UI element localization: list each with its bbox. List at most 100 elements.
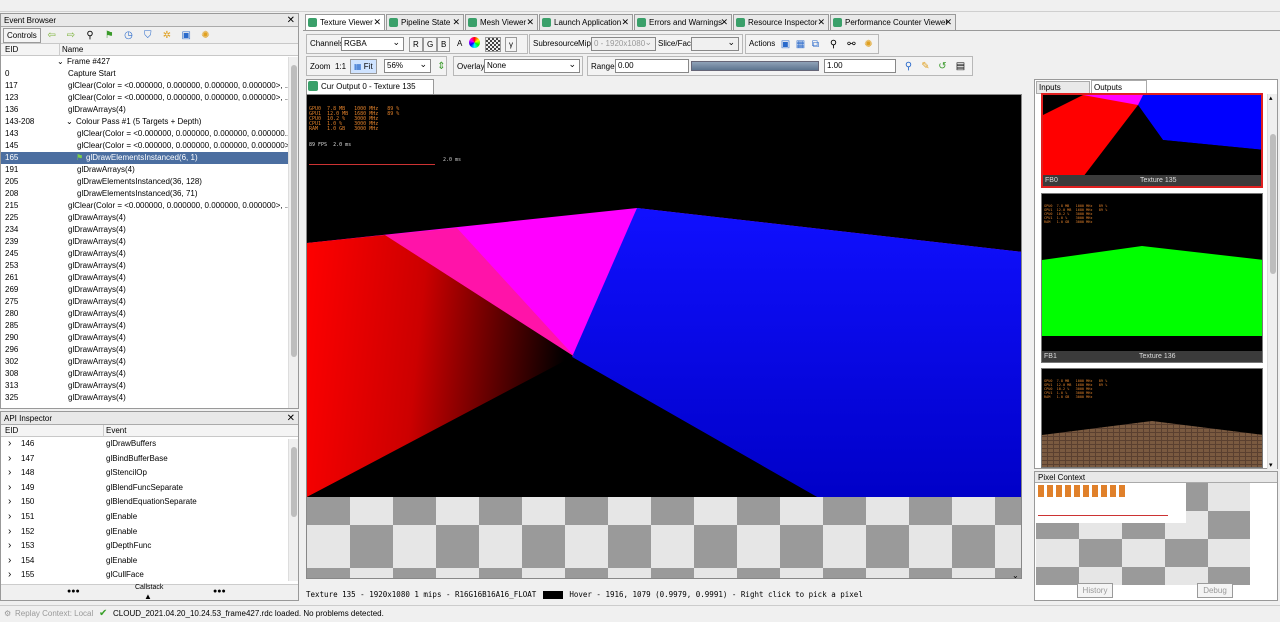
link-icon[interactable]: ⚯: [845, 38, 858, 51]
chevron-right-icon[interactable]: ›: [8, 525, 11, 540]
channel-b-toggle[interactable]: B: [437, 37, 451, 52]
event-row[interactable]: 280 glDrawArrays(4): [1, 308, 288, 320]
grid-icon[interactable]: ▦: [794, 38, 807, 51]
close-icon[interactable]: ✕: [817, 15, 825, 30]
event-row[interactable]: 290 glDrawArrays(4): [1, 332, 288, 344]
color-wheel-icon[interactable]: [469, 37, 480, 48]
chevron-down-icon[interactable]: ⌄: [1012, 571, 1019, 578]
channel-r-toggle[interactable]: R: [409, 37, 423, 52]
scrollbar-thumb[interactable]: [291, 447, 297, 517]
scrollbar-thumb[interactable]: [291, 65, 297, 357]
chevron-right-icon[interactable]: ›: [8, 481, 11, 496]
close-icon[interactable]: ✕: [944, 15, 952, 30]
zoom-select[interactable]: 56%: [384, 58, 431, 73]
col-eid-header[interactable]: EID: [5, 425, 18, 437]
event-row[interactable]: 143-208 ⌄ Colour Pass #1 (5 Targets + Dept…: [1, 116, 288, 128]
checkerboard-toggle[interactable]: [485, 37, 501, 52]
flip-icon[interactable]: ⇕: [435, 60, 448, 73]
event-row[interactable]: 245 glDrawArrays(4): [1, 248, 288, 260]
chevron-down-icon[interactable]: ⌄: [66, 116, 73, 128]
api-row[interactable]: › 155 glCullFace: [1, 568, 288, 583]
gear-icon[interactable]: ✲: [160, 29, 173, 42]
tab[interactable]: Mesh Viewer ✕: [465, 14, 538, 30]
close-icon[interactable]: ✕: [287, 412, 295, 425]
reset-icon[interactable]: ↺: [936, 60, 949, 73]
api-row[interactable]: › 149 glBlendFuncSeparate: [1, 481, 288, 496]
tab[interactable]: Resource Inspector ✕: [733, 14, 829, 30]
controls-button[interactable]: Controls: [3, 28, 41, 43]
event-row[interactable]: 325 glDrawArrays(4): [1, 392, 288, 404]
chevron-right-icon[interactable]: ›: [8, 554, 11, 569]
settings-icon[interactable]: ✺: [199, 29, 212, 42]
col-event-header[interactable]: Event: [103, 425, 126, 437]
channel-g-toggle[interactable]: G: [423, 37, 438, 52]
callstack-label[interactable]: Callstack: [135, 584, 163, 591]
range-max-input[interactable]: 1.00: [824, 59, 896, 73]
save-icon[interactable]: ▣: [180, 29, 193, 42]
chevron-down-icon[interactable]: ▾: [1269, 461, 1273, 469]
event-row[interactable]: 165 ⚑ glDrawElementsInstanced(6, 1): [1, 152, 288, 164]
api-row[interactable]: › 150 glBlendEquationSeparate: [1, 495, 288, 510]
thumbnail-fb2[interactable]: GPU0 7.8 MB 1000 MHz 89 % GPU1 12.0 MB 16…: [1041, 368, 1263, 468]
debug-button[interactable]: Debug: [1197, 583, 1233, 598]
api-list-scrollbar[interactable]: [288, 439, 298, 581]
chevron-right-icon[interactable]: ›: [8, 437, 11, 452]
event-row[interactable]: 234 glDrawArrays(4): [1, 224, 288, 236]
event-row[interactable]: 253 glDrawArrays(4): [1, 260, 288, 272]
settings-icon[interactable]: ✺: [862, 38, 875, 51]
range-slider[interactable]: [691, 61, 819, 71]
open-icon[interactable]: ⧉: [809, 38, 822, 51]
event-row[interactable]: 208 glDrawElementsInstanced(36, 71): [1, 188, 288, 200]
api-row[interactable]: › 153 glDepthFunc: [1, 539, 288, 554]
dots-left[interactable]: ●●●: [67, 588, 80, 595]
flag-icon[interactable]: ⚑: [103, 29, 116, 42]
api-row[interactable]: › 152 glEnable: [1, 525, 288, 540]
histogram-icon[interactable]: ▤: [954, 60, 967, 73]
col-name-header[interactable]: Name: [59, 44, 83, 56]
chevron-right-icon[interactable]: ›: [8, 539, 11, 554]
chevron-up-icon[interactable]: ▴: [1269, 94, 1273, 102]
event-row[interactable]: 205 glDrawElementsInstanced(36, 128): [1, 176, 288, 188]
event-row[interactable]: 269 glDrawArrays(4): [1, 284, 288, 296]
channel-a-toggle[interactable]: A: [457, 39, 462, 48]
chevron-right-icon[interactable]: ›: [8, 466, 11, 481]
event-row[interactable]: 191 glDrawArrays(4): [1, 164, 288, 176]
event-row[interactable]: 296 glDrawArrays(4): [1, 344, 288, 356]
chevron-right-icon[interactable]: ›: [8, 495, 11, 510]
thumbnail-fb0[interactable]: FB0 Texture 135: [1041, 93, 1263, 188]
tab[interactable]: Pipeline State ✕: [386, 14, 464, 30]
overlay-select[interactable]: None: [484, 58, 580, 73]
gamma-toggle[interactable]: γ: [505, 37, 517, 52]
history-button[interactable]: History: [1077, 583, 1113, 598]
save-icon[interactable]: ▣: [779, 38, 792, 51]
thumbnail-fb1[interactable]: GPU0 7.8 MB 1000 MHz 89 % GPU1 12.0 MB 16…: [1041, 193, 1263, 363]
texture-canvas[interactable]: GPU0 7.8 MB 1000 MHz 89 % GPU1 12.0 MB 16…: [306, 94, 1022, 579]
slice-select[interactable]: [691, 36, 739, 51]
chevron-up-icon[interactable]: ▲: [144, 592, 152, 601]
canvas-scrollbar[interactable]: ⌄: [1011, 95, 1021, 578]
event-list-scrollbar[interactable]: [288, 57, 298, 408]
replay-context[interactable]: Replay Context: Local: [15, 606, 93, 622]
event-row[interactable]: 302 glDrawArrays(4): [1, 356, 288, 368]
tab[interactable]: Texture Viewer ✕: [305, 14, 385, 30]
cur-output-tab[interactable]: Cur Output 0 - Texture 135: [306, 79, 434, 94]
event-row[interactable]: 285 glDrawArrays(4): [1, 320, 288, 332]
range-min-input[interactable]: 0.00: [615, 59, 689, 73]
api-row[interactable]: › 154 glEnable: [1, 554, 288, 569]
event-row[interactable]: 215 glClear(Color = <0.000000, 0.000000, …: [1, 200, 288, 212]
api-row[interactable]: › 146 glDrawBuffers: [1, 437, 288, 452]
scrollbar-thumb[interactable]: [1270, 134, 1276, 274]
zoom-1to1-button[interactable]: 1:1: [335, 62, 346, 71]
fit-button[interactable]: ▦ Fit: [350, 59, 377, 74]
api-row[interactable]: › 147 glBindBufferBase: [1, 452, 288, 467]
binoculars-icon[interactable]: ⚲: [84, 29, 97, 42]
close-icon[interactable]: ✕: [526, 15, 534, 30]
event-row[interactable]: 145 glClear(Color = <0.000000, 0.000000, …: [1, 140, 288, 152]
chevron-right-icon[interactable]: ›: [8, 510, 11, 525]
event-row[interactable]: 123 glClear(Color = <0.000000, 0.000000, …: [1, 92, 288, 104]
col-eid-header[interactable]: EID: [5, 44, 18, 56]
mip-select[interactable]: 0 - 1920x1080: [591, 36, 656, 51]
event-row[interactable]: 239 glDrawArrays(4): [1, 236, 288, 248]
binoculars-icon[interactable]: ⚲: [827, 38, 840, 51]
clock-icon[interactable]: ◷: [122, 29, 135, 42]
